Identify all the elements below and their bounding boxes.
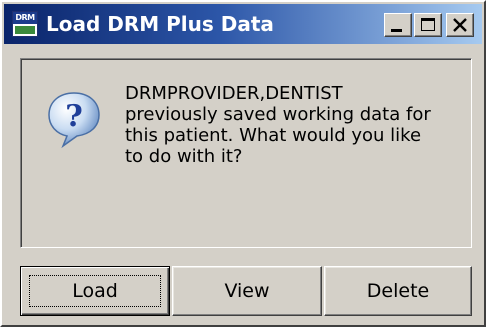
minimize-icon (391, 29, 402, 32)
maximize-button[interactable] (414, 13, 442, 37)
delete-button-label: Delete (366, 280, 430, 302)
view-button[interactable]: View (172, 266, 322, 316)
dialog-window: DRM Load DRM Plus Data ? DRMPROVIDER,DEN… (0, 0, 486, 327)
window-title: Load DRM Plus Data (46, 12, 274, 36)
load-button-label: Load (72, 280, 118, 302)
title-bar[interactable]: DRM Load DRM Plus Data (4, 4, 482, 44)
message-panel: ? DRMPROVIDER,DENTIST previously saved w… (20, 58, 472, 248)
close-button[interactable] (446, 13, 474, 37)
view-button-label: View (224, 280, 270, 302)
app-icon-text: DRM (13, 12, 37, 24)
minimize-button[interactable] (384, 13, 412, 37)
load-button[interactable]: Load (20, 266, 170, 316)
maximize-icon (421, 18, 435, 31)
svg-text:?: ? (65, 99, 83, 134)
drm-plus-app-icon: DRM (12, 11, 38, 37)
question-icon: ? (48, 92, 100, 149)
close-icon (453, 18, 467, 32)
dialog-message: DRMPROVIDER,DENTIST previously saved wor… (125, 83, 431, 167)
delete-button[interactable]: Delete (324, 266, 472, 316)
